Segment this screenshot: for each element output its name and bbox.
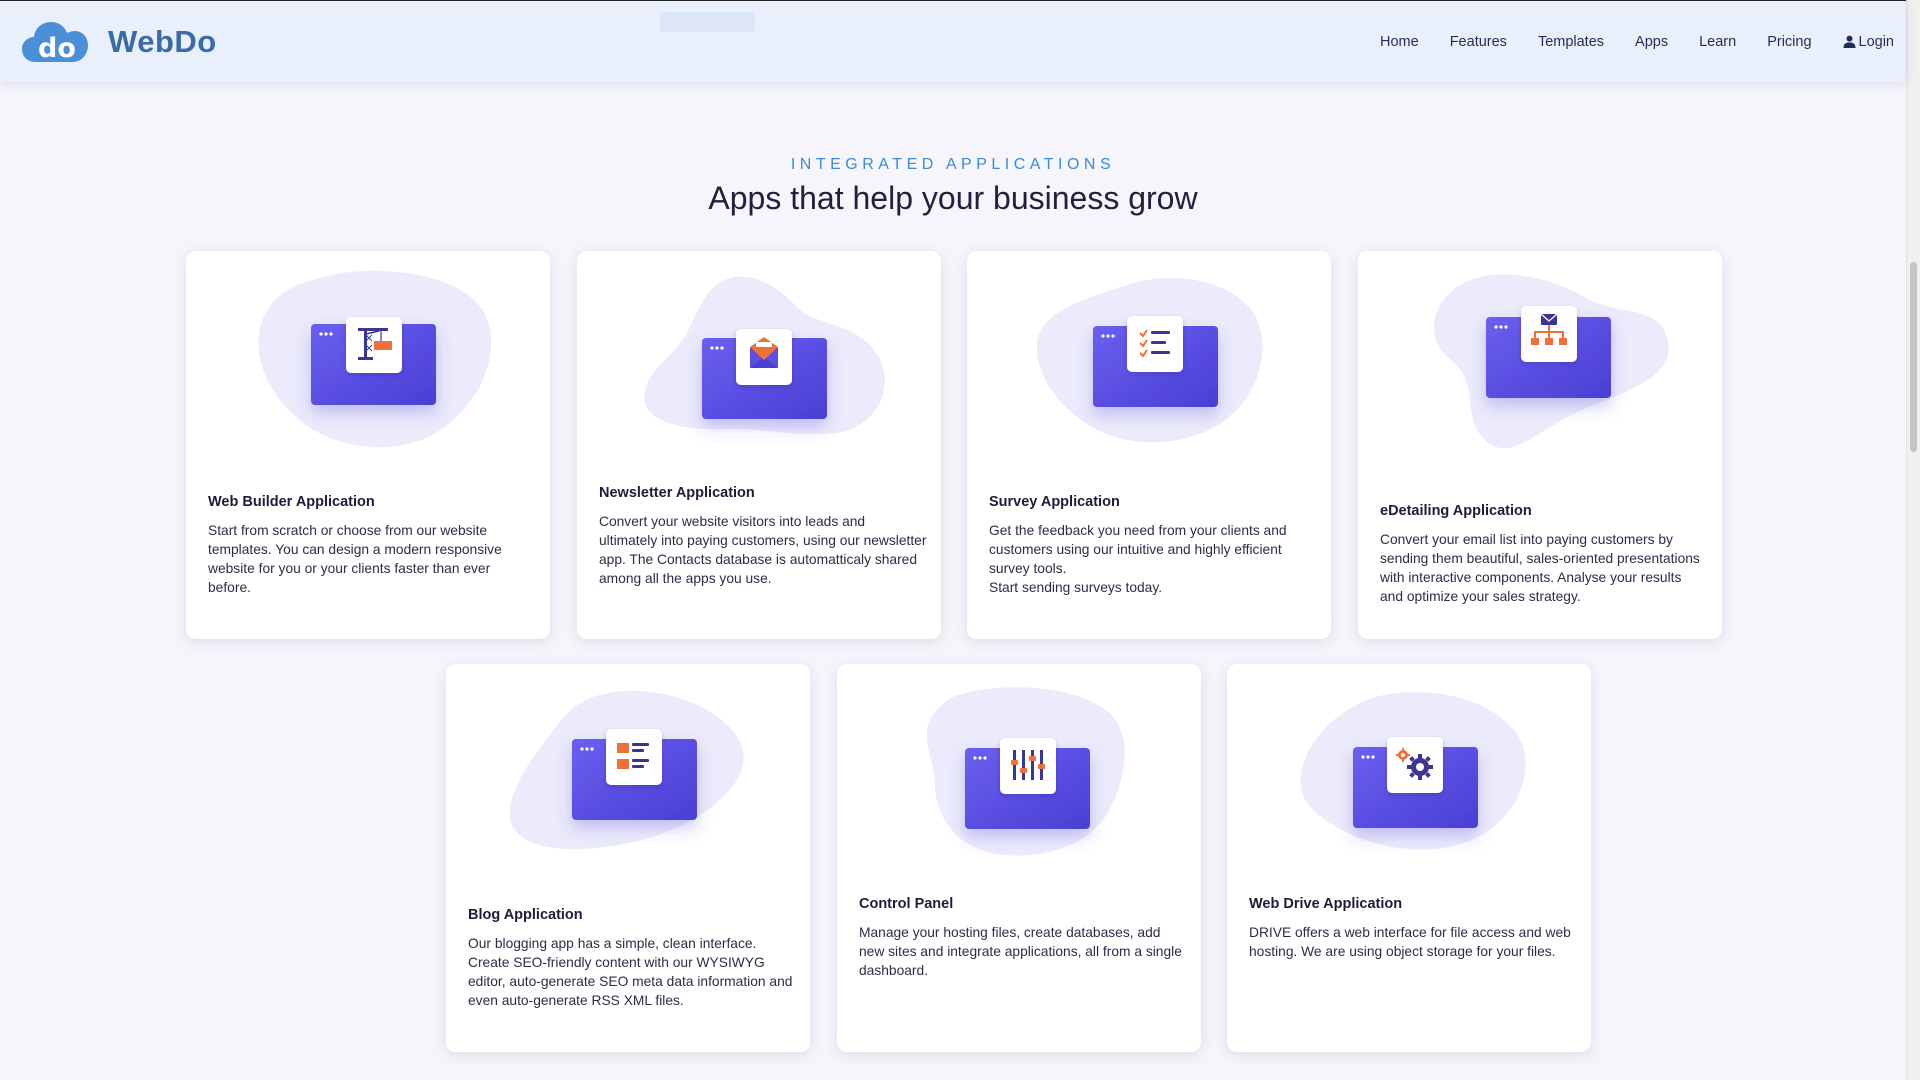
app-card-newsletter[interactable]: Newsletter Application Convert your webs… (577, 251, 941, 639)
brand-name: WebDo (108, 23, 217, 59)
nav-features[interactable]: Features (1450, 34, 1507, 50)
page-scrollbar[interactable] (1906, 0, 1920, 1080)
nav-learn[interactable]: Learn (1699, 34, 1736, 50)
login-label: Login (1858, 33, 1894, 50)
app-card-web-drive[interactable]: Web Drive Application DRIVE offers a web… (1227, 664, 1591, 1052)
card-description: DRIVE offers a web interface for file ac… (1249, 925, 1571, 959)
cloud-logo-icon: do (22, 21, 88, 64)
scrollbar-thumb[interactable] (1910, 262, 1917, 452)
card-title: Survey Application (989, 494, 1120, 510)
nav-templates[interactable]: Templates (1538, 34, 1604, 50)
edetailing-illustration (1358, 251, 1722, 461)
top-navbar: do WebDo Home Features Templates Apps Le… (0, 0, 1906, 82)
survey-illustration (967, 251, 1331, 461)
control-panel-illustration (837, 664, 1201, 874)
card-description: Our blogging app has a simple, clean int… (468, 936, 793, 1008)
app-card-survey[interactable]: Survey Application Get the feedback you … (967, 251, 1331, 639)
card-title: Web Drive Application (1249, 896, 1403, 912)
scrolled-content-residue (660, 12, 755, 32)
card-title: Web Builder Application (208, 494, 375, 510)
card-title: Control Panel (859, 896, 954, 912)
nav-login[interactable]: Login (1843, 34, 1894, 50)
nav-home[interactable]: Home (1380, 34, 1419, 50)
blog-illustration (446, 664, 810, 874)
card-title: eDetailing Application (1380, 503, 1532, 519)
nav-apps[interactable]: Apps (1635, 34, 1668, 50)
card-title: Newsletter Application (599, 485, 755, 501)
newsletter-illustration (577, 251, 941, 461)
brand-logo[interactable]: do WebDo (22, 20, 217, 64)
app-card-edetailing[interactable]: eDetailing Application Convert your emai… (1358, 251, 1722, 639)
card-description: Manage your hosting files, create databa… (859, 925, 1182, 978)
web-drive-illustration (1227, 664, 1591, 874)
card-description: Convert your website visitors into leads… (599, 514, 927, 586)
section-title: Apps that help your business grow (708, 180, 1198, 216)
card-description: Convert your email list into paying cust… (1380, 532, 1700, 604)
web-builder-illustration (186, 251, 550, 461)
app-card-blog[interactable]: Blog Application Our blogging app has a … (446, 664, 810, 1052)
app-card-web-builder[interactable]: Web Builder Application Start from scrat… (186, 251, 550, 639)
card-description: Start from scratch or choose from our we… (208, 523, 502, 595)
card-title: Blog Application (468, 907, 583, 923)
app-card-control-panel[interactable]: Control Panel Manage your hosting files,… (837, 664, 1201, 1052)
main-nav: Home Features Templates Apps Learn Prici… (1349, 34, 1894, 50)
checklist-icon (1139, 329, 1170, 358)
user-icon (1843, 35, 1856, 48)
card-description: Get the feedback you need from your clie… (989, 523, 1287, 595)
nav-pricing[interactable]: Pricing (1767, 34, 1811, 50)
logo-mark-text: do (38, 33, 76, 64)
section-eyebrow: INTEGRATED APPLICATIONS (790, 156, 1116, 173)
